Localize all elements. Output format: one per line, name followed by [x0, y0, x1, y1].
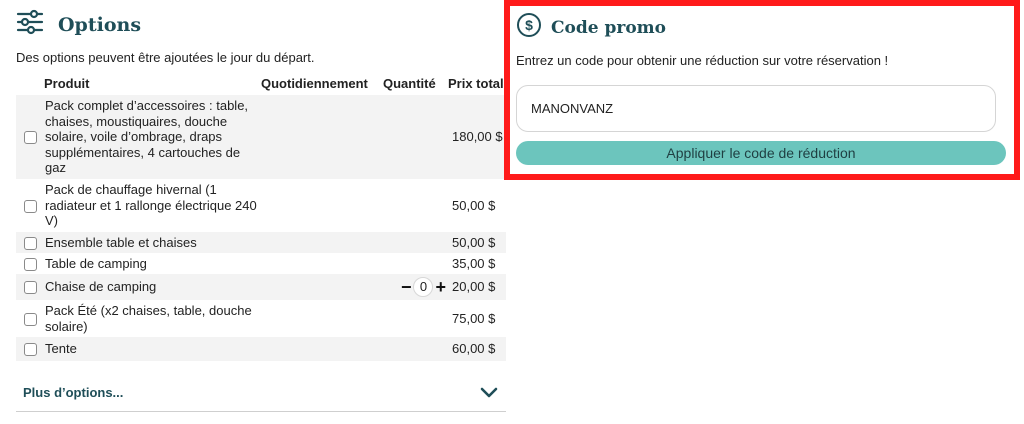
option-checkbox[interactable]: [23, 257, 37, 271]
header-price: Prix total: [448, 75, 504, 91]
option-price: 50,00 $: [448, 232, 506, 253]
options-title: Options: [58, 13, 142, 36]
option-price: 20,00 $: [448, 274, 506, 300]
table-row: Ensemble table et chaises 50,00 $: [16, 232, 506, 253]
more-options-toggle[interactable]: Plus d’options...: [16, 378, 506, 412]
option-checkbox[interactable]: [23, 343, 37, 357]
option-name: Ensemble table et chaises: [44, 232, 261, 253]
option-name: Pack de chauffage hivernal (1 radiateur …: [44, 179, 261, 232]
option-checkbox[interactable]: [23, 281, 37, 295]
table-row: Table de camping 35,00 $: [16, 253, 506, 274]
option-price: 60,00 $: [448, 337, 506, 361]
options-description: Des options peuvent être ajoutées le jou…: [16, 50, 315, 65]
header-daily: Quotidiennement: [261, 75, 368, 91]
option-name: Table de camping: [44, 253, 261, 274]
table-row: Pack de chauffage hivernal (1 radiateur …: [16, 179, 506, 232]
option-checkbox[interactable]: [23, 199, 37, 213]
table-row: Chaise de camping − 0 + 20,00 $: [16, 274, 506, 300]
promo-title: Code promo: [551, 17, 666, 38]
apply-promo-button[interactable]: Appliquer le code de réduction: [516, 141, 1006, 165]
promo-code-input[interactable]: [516, 85, 996, 132]
svg-text:$: $: [525, 17, 533, 33]
more-options-label[interactable]: Plus d’options...: [23, 385, 123, 400]
option-name: Pack Été (x2 chaises, table, douche sola…: [44, 300, 261, 337]
quantity-stepper: − 0 +: [383, 277, 448, 297]
option-checkbox[interactable]: [23, 312, 37, 326]
promo-header: $ Code promo: [516, 12, 666, 43]
options-table: Produit Quotidiennement Quantité Prix to…: [16, 71, 506, 361]
chevron-down-icon[interactable]: [480, 386, 498, 400]
quantity-increase-button[interactable]: +: [435, 278, 446, 296]
option-name: Tente: [44, 337, 261, 361]
header-select: [16, 71, 44, 95]
option-name: Chaise de camping: [44, 274, 261, 300]
promo-description: Entrez un code pour obtenir une réductio…: [516, 53, 889, 68]
option-price: 180,00 $: [448, 95, 506, 179]
table-row: Pack complet d’accessoires : table, chai…: [16, 95, 506, 179]
option-price: 35,00 $: [448, 253, 506, 274]
table-header-row: Produit Quotidiennement Quantité Prix to…: [16, 71, 506, 95]
option-price: 75,00 $: [448, 300, 506, 337]
header-product: Produit: [44, 75, 90, 91]
options-panel: Options Des options peuvent être ajoutée…: [0, 0, 510, 424]
quantity-decrease-button[interactable]: −: [401, 278, 412, 296]
option-checkbox[interactable]: [23, 236, 37, 250]
option-checkbox[interactable]: [23, 131, 37, 145]
table-row: Tente 60,00 $: [16, 337, 506, 361]
dollar-circle-icon: $: [516, 12, 542, 43]
quantity-value[interactable]: 0: [413, 277, 434, 297]
option-name: Pack complet d’accessoires : table, chai…: [44, 95, 261, 179]
table-row: Pack Été (x2 chaises, table, douche sola…: [16, 300, 506, 337]
promo-code-panel: $ Code promo Entrez un code pour obtenir…: [504, 0, 1020, 180]
option-price: 50,00 $: [448, 179, 506, 232]
options-header: Options: [16, 8, 141, 41]
sliders-icon: [16, 8, 44, 41]
header-quantity: Quantité: [383, 75, 436, 91]
